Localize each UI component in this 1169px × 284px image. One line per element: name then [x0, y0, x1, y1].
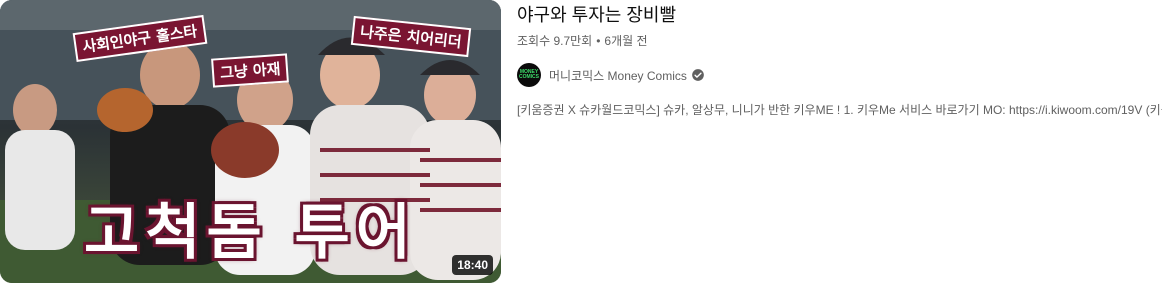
metadata-separator: •	[596, 34, 601, 48]
view-count: 조회수 9.7만회	[517, 34, 593, 48]
video-metadata: 조회수 9.7만회 • 6개월 전	[517, 32, 1162, 50]
channel-name[interactable]: 머니코믹스 Money Comics	[549, 67, 687, 84]
video-result-row[interactable]: 사회인야구 홀스타 그냥 아재 나주은 치어리더 고척돔 투어 18:40 야구…	[0, 0, 1169, 284]
video-description-snippet: [키움증권 X 슈카월드코믹스] 슈카, 알상무, 니니가 반한 키우ME ! …	[517, 103, 1162, 117]
thumbnail-caption-2: 그냥 아재	[211, 53, 290, 88]
thumbnail-headline: 고척돔 투어	[84, 198, 417, 268]
channel-link[interactable]: MONEY COMICS 머니코믹스 Money Comics	[517, 63, 1162, 87]
video-duration-badge: 18:40	[452, 255, 493, 275]
check-circle-icon	[691, 68, 705, 82]
avatar-logo-text: MONEY COMICS	[519, 69, 539, 80]
upload-age: 6개월 전	[604, 34, 648, 48]
video-thumbnail[interactable]: 사회인야구 홀스타 그냥 아재 나주은 치어리더 고척돔 투어 18:40	[0, 0, 501, 283]
channel-avatar[interactable]: MONEY COMICS	[517, 63, 541, 87]
video-title[interactable]: 야구와 투자는 장비빨	[517, 2, 1162, 28]
video-details: 야구와 투자는 장비빨 조회수 9.7만회 • 6개월 전 MONEY COMICS…	[517, 0, 1162, 119]
